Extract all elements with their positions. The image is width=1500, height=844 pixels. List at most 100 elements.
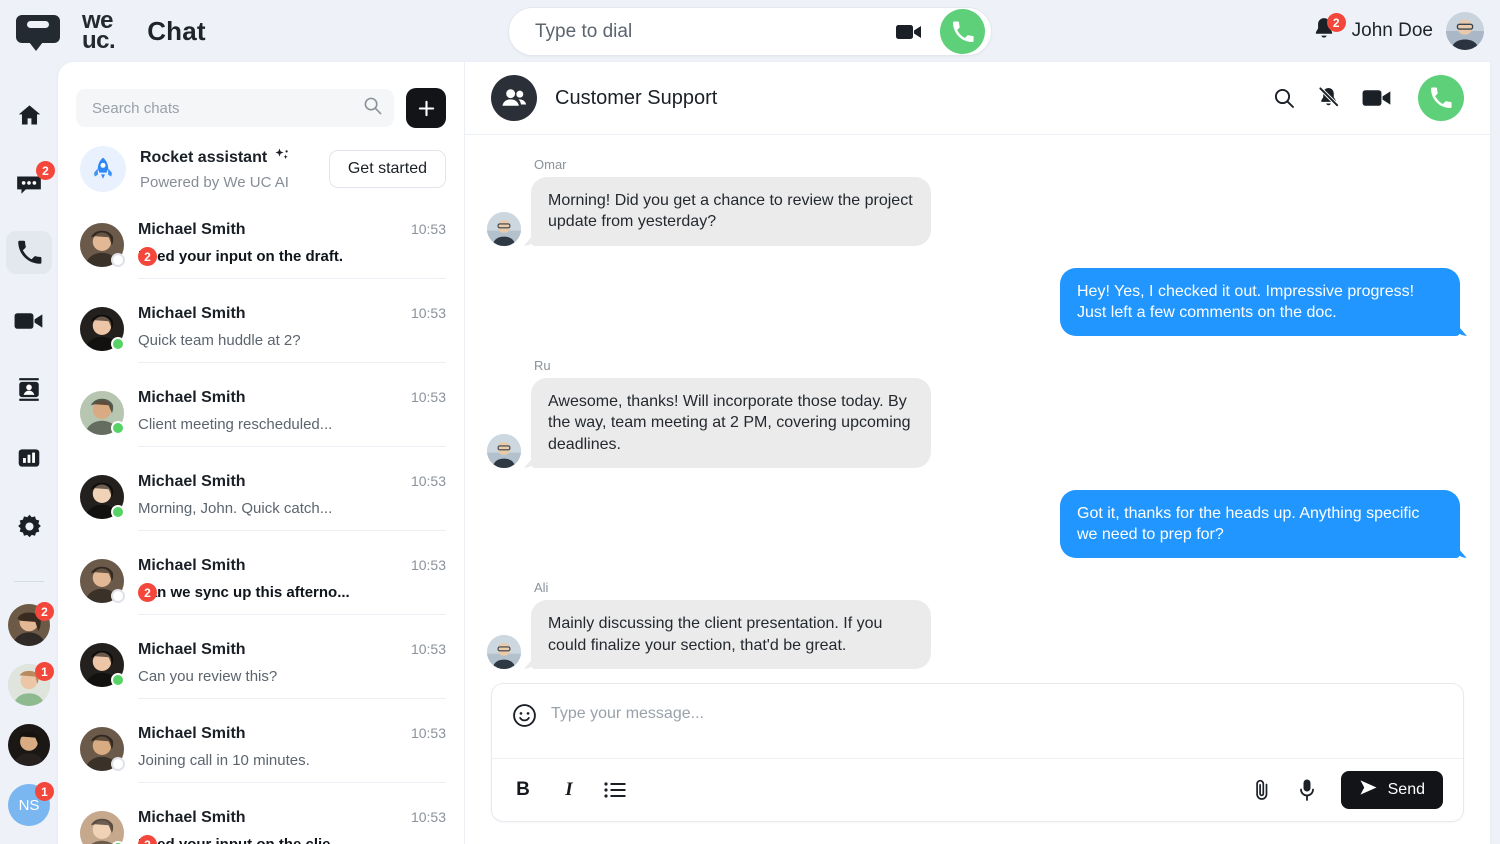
message-bubble: Got it, thanks for the heads up. Anythin… <box>1060 489 1460 559</box>
dial-input[interactable] <box>535 20 896 43</box>
rail-avatar-1[interactable]: 2 <box>8 602 54 646</box>
bold-icon[interactable]: B <box>512 777 534 803</box>
send-button-label: Send <box>1387 781 1425 798</box>
smiley-face-icon <box>513 704 536 727</box>
sidebar-item-messages[interactable]: 2 <box>6 161 55 205</box>
brand-logo[interactable]: we uc. Chat <box>0 9 300 52</box>
group-people-icon <box>491 75 537 121</box>
plus-icon <box>418 100 434 116</box>
attach-file-button[interactable] <box>1251 778 1273 802</box>
chat-item-time: 10:53 <box>410 305 446 321</box>
rocket-assistant-row[interactable]: Rocket assistant Powered by We UC AI Get… <box>58 138 464 208</box>
rail-avatar-3[interactable] <box>8 724 50 766</box>
message-out: Got it, thanks for the heads up. Anythin… <box>487 489 1460 559</box>
notifications-button[interactable]: 2 <box>1311 13 1346 46</box>
chat-item-preview: Quick team huddle at 2? <box>138 332 301 349</box>
conversation-title: Customer Support <box>555 86 718 109</box>
search-input[interactable] <box>92 99 363 117</box>
chat-list-scroll[interactable]: Rocket assistant Powered by We UC AI Get… <box>58 138 464 844</box>
chat-list-item[interactable]: Michael Smith 10:53 Need your input on the… <box>58 796 464 844</box>
chat-item-preview: Can we sync up this afterno... <box>138 584 350 601</box>
conversation-header: Customer Support <box>465 62 1490 135</box>
presence-indicator-offline <box>111 589 125 603</box>
video-camera-icon[interactable] <box>896 23 922 41</box>
chat-list-item[interactable]: Michael Smith 10:53 Client meeting resched… <box>58 376 464 460</box>
assistant-subtitle: Powered by We UC AI <box>140 174 289 191</box>
search-icon <box>363 96 382 120</box>
bell-off-icon <box>1318 86 1339 107</box>
dial-call-button[interactable] <box>940 9 985 54</box>
get-started-button[interactable]: Get started <box>328 150 446 188</box>
chat-item-time: 10:53 <box>410 389 446 405</box>
sidebar-item-settings[interactable] <box>6 505 52 548</box>
rail-avatar-4[interactable]: NS 1 <box>8 782 54 826</box>
chat-list-item[interactable]: Michael Smith 10:53 Morning, John. Quick c… <box>58 460 464 544</box>
chat-item-avatar <box>80 307 125 351</box>
message-bubble: Mainly discussing the client presentatio… <box>531 600 931 669</box>
italic-icon[interactable]: I <box>558 777 580 803</box>
chat-item-name: Michael Smith <box>138 305 246 322</box>
voice-message-button[interactable] <box>1297 778 1317 802</box>
video-camera-icon <box>1362 90 1391 106</box>
sidebar-item-home[interactable] <box>6 94 52 137</box>
message-bubble: Hey! Yes, I checked it out. Impressive p… <box>1060 267 1460 337</box>
chat-list-item[interactable]: Michael Smith 10:53 Can we sync up this af… <box>58 544 464 628</box>
new-chat-button[interactable] <box>406 88 446 128</box>
conversation-panel: Customer Support Omar Morning! Did you ge… <box>465 62 1490 844</box>
chat-item-preview: Need your input on the draft. <box>138 248 343 265</box>
chat-item-name: Michael Smith <box>138 641 246 658</box>
message-composer: B I <box>491 683 1464 822</box>
sidebar-item-meetings[interactable] <box>6 299 52 342</box>
sidebar-item-analytics[interactable] <box>6 436 52 479</box>
bullet-list-icon[interactable] <box>604 777 626 803</box>
message-bubble: Awesome, thanks! Will incorporate those … <box>531 378 931 468</box>
avatar-photo <box>1446 12 1484 50</box>
video-camera-icon <box>14 313 43 329</box>
contact-card-icon <box>19 378 39 401</box>
chat-list-item[interactable]: Michael Smith 10:53 Joining call in 10 min… <box>58 712 464 796</box>
start-audio-call-button[interactable] <box>1418 75 1464 121</box>
message-input[interactable] <box>551 702 1443 723</box>
left-nav-rail: 2 2 1 NS 1 <box>0 62 58 844</box>
presence-indicator-online <box>111 673 125 687</box>
search-chats-box[interactable] <box>76 89 394 127</box>
sidebar-item-contacts[interactable] <box>6 368 52 411</box>
chat-item-avatar <box>80 811 125 844</box>
message-out: Hey! Yes, I checked it out. Impressive p… <box>487 267 1460 337</box>
notification-badge: 2 <box>1326 13 1346 32</box>
message-sender-avatar <box>487 211 521 246</box>
account-avatar[interactable] <box>1446 12 1484 50</box>
chat-item-time: 10:53 <box>410 641 446 657</box>
chat-item-preview: Morning, John. Quick catch... <box>138 500 333 517</box>
bar-chart-icon <box>18 449 40 467</box>
start-video-call-button[interactable] <box>1362 88 1392 108</box>
mute-notifications-button[interactable] <box>1317 86 1340 111</box>
chat-item-avatar <box>80 727 125 771</box>
message-sender-avatar <box>487 634 521 669</box>
rocket-icon <box>80 146 126 192</box>
sidebar-item-calls[interactable] <box>6 230 52 275</box>
rail-avatar-4-badge: 1 <box>35 782 54 801</box>
page-title: Chat <box>147 15 206 46</box>
gear-icon <box>17 514 41 538</box>
send-button[interactable]: Send <box>1340 771 1443 809</box>
presence-indicator-online <box>111 505 125 519</box>
chat-list-item[interactable]: Michael Smith 10:53 Need your input on the… <box>58 208 464 292</box>
account-area: 2 John Doe <box>1311 0 1484 62</box>
presence-indicator-offline <box>111 757 125 771</box>
phone-icon <box>17 240 41 264</box>
phone-icon <box>952 21 974 42</box>
message-thread[interactable]: Omar Morning! Did you get a chance to rev… <box>465 135 1490 673</box>
chat-list-item[interactable]: Michael Smith 10:53 Quick team huddle at 2… <box>58 292 464 376</box>
message-in: Ru Awesome, thanks! Will incorporate thos… <box>487 358 1460 468</box>
message-in: Omar Morning! Did you get a chance to rev… <box>487 157 1460 246</box>
rail-avatar-2[interactable]: 1 <box>8 662 54 706</box>
microphone-icon <box>1299 779 1314 801</box>
message-in: Ali Mainly discussing the client presenta… <box>487 580 1460 669</box>
search-messages-button[interactable] <box>1273 87 1295 109</box>
chat-list-item[interactable]: Michael Smith 10:53 Can you review this? <box>58 628 464 712</box>
rail-avatar-1-badge: 2 <box>35 602 54 621</box>
rail-divider <box>14 581 44 582</box>
emoji-picker-button[interactable] <box>512 703 537 728</box>
chat-item-name: Michael Smith <box>138 473 246 490</box>
